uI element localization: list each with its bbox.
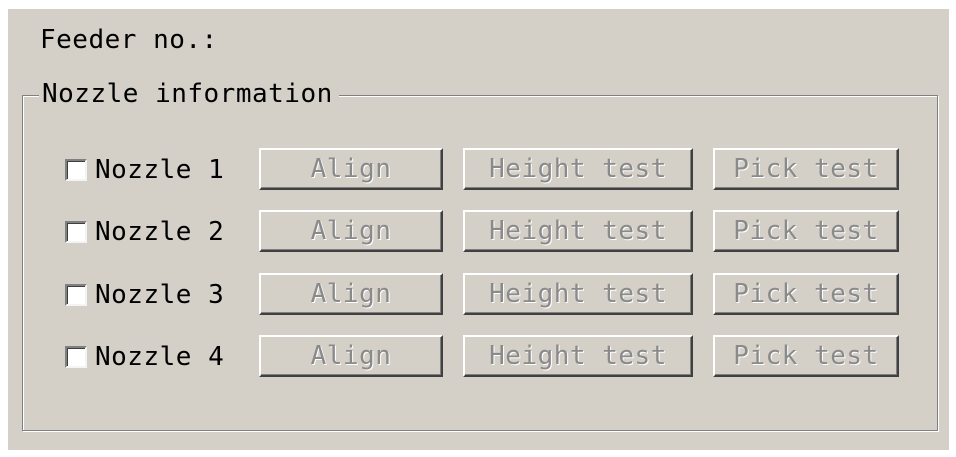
nozzle-1-checkbox-control[interactable]: Nozzle 1 xyxy=(65,148,224,192)
nozzle-4-checkbox-control[interactable]: Nozzle 4 xyxy=(65,335,224,379)
nozzle-3-align-button[interactable]: Align xyxy=(259,273,443,315)
nozzle-4-height-test-button[interactable]: Height test xyxy=(463,335,693,377)
nozzle-1-checkbox[interactable] xyxy=(65,159,87,181)
nozzle-panel: Feeder no.: Nozzle information Nozzle 1 … xyxy=(8,9,949,450)
nozzle-4-checkbox[interactable] xyxy=(65,346,87,368)
nozzle-2-checkbox[interactable] xyxy=(65,221,87,243)
nozzle-1-label: Nozzle 1 xyxy=(95,155,225,185)
nozzle-row-4: Nozzle 4 Align Height test Pick test xyxy=(23,335,937,379)
nozzle-1-align-button[interactable]: Align xyxy=(259,148,443,190)
feeder-number-label: Feeder no.: xyxy=(40,25,218,55)
nozzle-1-pick-test-button[interactable]: Pick test xyxy=(713,148,899,190)
nozzle-row-3: Nozzle 3 Align Height test Pick test xyxy=(23,273,937,317)
nozzle-3-pick-test-button[interactable]: Pick test xyxy=(713,273,899,315)
nozzle-4-label: Nozzle 4 xyxy=(95,342,225,372)
nozzle-2-pick-test-button[interactable]: Pick test xyxy=(713,210,899,252)
group-title: Nozzle information xyxy=(39,77,339,111)
nozzle-3-label: Nozzle 3 xyxy=(95,280,225,310)
nozzle-3-checkbox-control[interactable]: Nozzle 3 xyxy=(65,273,224,317)
nozzle-2-checkbox-control[interactable]: Nozzle 2 xyxy=(65,210,224,254)
nozzle-4-align-button[interactable]: Align xyxy=(259,335,443,377)
nozzle-2-height-test-button[interactable]: Height test xyxy=(463,210,693,252)
nozzle-3-checkbox[interactable] xyxy=(65,284,87,306)
nozzle-2-label: Nozzle 2 xyxy=(95,217,225,247)
nozzle-information-group: Nozzle information Nozzle 1 Align Height… xyxy=(22,77,938,431)
nozzle-2-align-button[interactable]: Align xyxy=(259,210,443,252)
nozzle-4-pick-test-button[interactable]: Pick test xyxy=(713,335,899,377)
nozzle-row-1: Nozzle 1 Align Height test Pick test xyxy=(23,148,937,192)
nozzle-3-height-test-button[interactable]: Height test xyxy=(463,273,693,315)
nozzle-1-height-test-button[interactable]: Height test xyxy=(463,148,693,190)
nozzle-row-2: Nozzle 2 Align Height test Pick test xyxy=(23,210,937,254)
